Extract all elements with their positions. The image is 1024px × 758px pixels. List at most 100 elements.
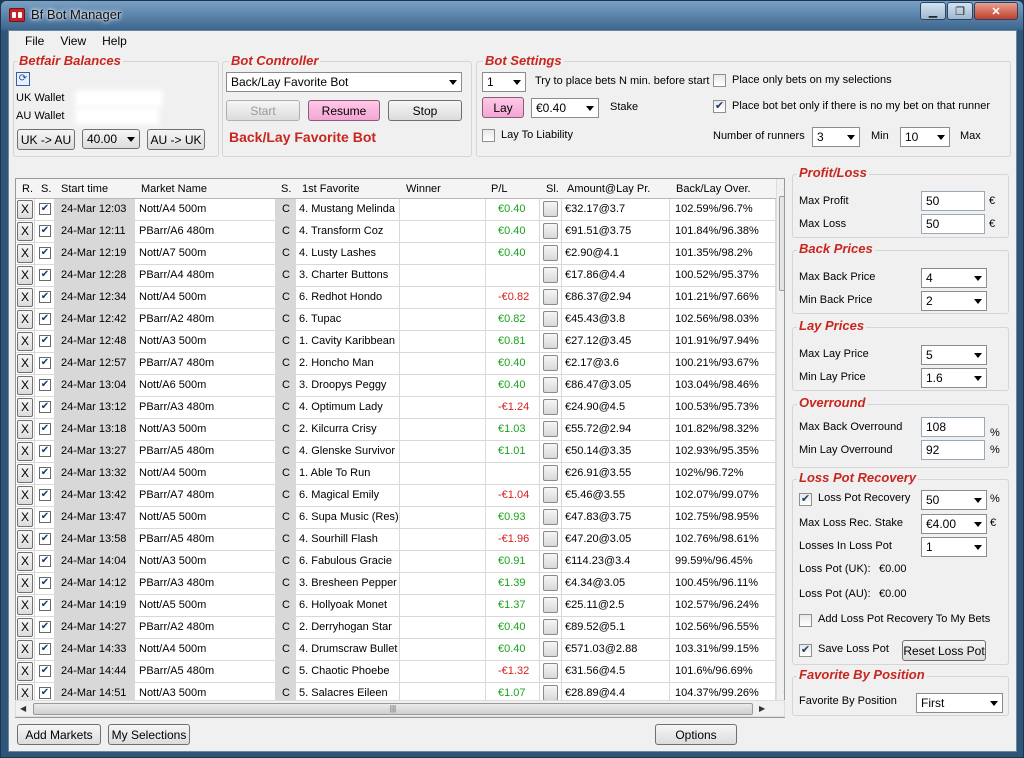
selection-button[interactable] [543, 421, 558, 437]
scroll-down-icon[interactable]: ▼ [782, 689, 784, 698]
remove-row-button[interactable]: X [17, 574, 33, 593]
max-profit-input[interactable]: 50 [921, 191, 985, 211]
selection-button[interactable] [543, 487, 558, 503]
row-select-checkbox[interactable]: ✔ [39, 379, 51, 391]
row-select-checkbox[interactable]: ✔ [39, 577, 51, 589]
refresh-icon[interactable]: ⟳ [16, 72, 30, 86]
row-select-checkbox[interactable]: ✔ [39, 357, 51, 369]
row-select-checkbox[interactable]: ✔ [39, 291, 51, 303]
min-lay-price-select[interactable]: 1.6 [921, 368, 987, 388]
scroll-right-icon[interactable]: ▶ [759, 704, 765, 713]
table-row[interactable]: X ✔ 24-Mar 12:03 Nott/A4 500m C 4. Mustang Me… [16, 199, 776, 221]
remove-row-button[interactable]: X [17, 486, 33, 505]
remove-row-button[interactable]: X [17, 552, 33, 571]
row-select-checkbox[interactable]: ✔ [39, 511, 51, 523]
col-amount[interactable]: Amount@Lay Pr. [567, 183, 650, 195]
col-status[interactable]: S. [281, 183, 291, 195]
menu-view[interactable]: View [52, 31, 94, 51]
transfer-amount-select[interactable]: 40.00 [82, 129, 140, 149]
selection-button[interactable] [543, 465, 558, 481]
stop-button[interactable]: Stop [388, 100, 462, 121]
col-start-time[interactable]: Start time [61, 183, 108, 195]
options-button[interactable]: Options [655, 724, 737, 745]
remove-row-button[interactable]: X [17, 530, 33, 549]
table-row[interactable]: X ✔ 24-Mar 12:34 Nott/A4 500m C 6. Redhot Hon… [16, 287, 776, 309]
only-if-no-bet-checkbox[interactable]: ✔ [713, 100, 726, 113]
remove-row-button[interactable]: X [17, 662, 33, 681]
scroll-up-icon[interactable]: ▲ [782, 183, 784, 192]
table-row[interactable]: X ✔ 24-Mar 14:27 PBarr/A2 480m C 2. Derryhoga… [16, 617, 776, 639]
max-lay-price-select[interactable]: 5 [921, 345, 987, 365]
row-select-checkbox[interactable]: ✔ [39, 313, 51, 325]
selection-button[interactable] [543, 685, 558, 701]
selection-button[interactable] [543, 245, 558, 261]
row-select-checkbox[interactable]: ✔ [39, 687, 51, 699]
table-row[interactable]: X ✔ 24-Mar 14:12 PBarr/A3 480m C 3. Bresheen … [16, 573, 776, 595]
close-button[interactable]: ✕ [974, 2, 1018, 20]
remove-row-button[interactable]: X [17, 244, 33, 263]
loss-pot-recovery-checkbox[interactable]: ✔ [799, 493, 812, 506]
save-loss-pot-checkbox[interactable]: ✔ [799, 644, 812, 657]
selection-button[interactable] [543, 201, 558, 217]
horizontal-scroll-thumb[interactable]: ||| [33, 703, 753, 715]
runners-min-select[interactable]: 3 [812, 127, 860, 147]
remove-row-button[interactable]: X [17, 464, 33, 483]
col-1st-favorite[interactable]: 1st Favorite [302, 183, 359, 195]
scroll-left-icon[interactable]: ◀ [20, 704, 26, 713]
remove-row-button[interactable]: X [17, 200, 33, 219]
row-select-checkbox[interactable]: ✔ [39, 599, 51, 611]
table-row[interactable]: X ✔ 24-Mar 12:57 PBarr/A7 480m C 2. Honcho Ma… [16, 353, 776, 375]
table-row[interactable]: X ✔ 24-Mar 12:28 PBarr/A4 480m C 3. Charter B… [16, 265, 776, 287]
col-sl[interactable]: Sl. [546, 183, 559, 195]
remove-row-button[interactable]: X [17, 376, 33, 395]
vertical-scroll-thumb[interactable] [779, 196, 784, 291]
row-select-checkbox[interactable]: ✔ [39, 533, 51, 545]
runners-max-select[interactable]: 10 [900, 127, 950, 147]
table-row[interactable]: X ✔ 24-Mar 14:33 Nott/A4 500m C 4. Drumscraw … [16, 639, 776, 661]
au-to-uk-button[interactable]: AU -> UK [147, 129, 205, 150]
remove-row-button[interactable]: X [17, 442, 33, 461]
selection-button[interactable] [543, 553, 558, 569]
max-back-overround-input[interactable]: 108 [921, 417, 985, 437]
remove-row-button[interactable]: X [17, 596, 33, 615]
table-row[interactable]: X ✔ 24-Mar 12:19 Nott/A7 500m C 4. Lusty Lash… [16, 243, 776, 265]
table-row[interactable]: X ✔ 24-Mar 13:42 PBarr/A7 480m C 6. Magical E… [16, 485, 776, 507]
min-lay-overround-input[interactable]: 92 [921, 440, 985, 460]
menu-help[interactable]: Help [94, 31, 135, 51]
selection-button[interactable] [543, 377, 558, 393]
table-row[interactable]: X ✔ 24-Mar 13:12 PBarr/A3 480m C 4. Optimum L… [16, 397, 776, 419]
start-button[interactable]: Start [226, 100, 300, 121]
remove-row-button[interactable]: X [17, 332, 33, 351]
minimize-button[interactable]: ▁ [920, 2, 946, 20]
col-overround[interactable]: Back/Lay Over. [676, 183, 751, 195]
losses-in-loss-pot-select[interactable]: 1 [921, 537, 987, 557]
col-winner[interactable]: Winner [406, 183, 441, 195]
selection-button[interactable] [543, 289, 558, 305]
row-select-checkbox[interactable]: ✔ [39, 643, 51, 655]
remove-row-button[interactable]: X [17, 310, 33, 329]
remove-row-button[interactable]: X [17, 288, 33, 307]
my-selections-button[interactable]: My Selections [108, 724, 190, 745]
selection-button[interactable] [543, 223, 558, 239]
table-row[interactable]: X ✔ 24-Mar 13:58 PBarr/A5 480m C 4. Sourhill … [16, 529, 776, 551]
title-bar[interactable]: Bf Bot Manager ▁ ❐ ✕ [1, 1, 1023, 29]
min-back-price-select[interactable]: 2 [921, 291, 987, 311]
row-select-checkbox[interactable]: ✔ [39, 203, 51, 215]
lay-toggle-button[interactable]: Lay [482, 97, 524, 118]
table-row[interactable]: X ✔ 24-Mar 14:19 Nott/A5 500m C 6. Hollyoak M… [16, 595, 776, 617]
bot-select[interactable]: Back/Lay Favorite Bot [226, 72, 462, 92]
row-select-checkbox[interactable]: ✔ [39, 335, 51, 347]
selection-button[interactable] [543, 267, 558, 283]
row-select-checkbox[interactable]: ✔ [39, 555, 51, 567]
stake-select[interactable]: €0.40 [531, 98, 599, 118]
selection-button[interactable] [543, 509, 558, 525]
col-s[interactable]: S. [41, 183, 51, 195]
add-markets-button[interactable]: Add Markets [17, 724, 101, 745]
table-row[interactable]: X ✔ 24-Mar 13:27 PBarr/A5 480m C 4. Glenske S… [16, 441, 776, 463]
remove-row-button[interactable]: X [17, 420, 33, 439]
table-row[interactable]: X ✔ 24-Mar 14:04 Nott/A3 500m C 6. Fabulous G… [16, 551, 776, 573]
row-select-checkbox[interactable]: ✔ [39, 467, 51, 479]
selection-button[interactable] [543, 597, 558, 613]
col-market-name[interactable]: Market Name [141, 183, 207, 195]
remove-row-button[interactable]: X [17, 640, 33, 659]
